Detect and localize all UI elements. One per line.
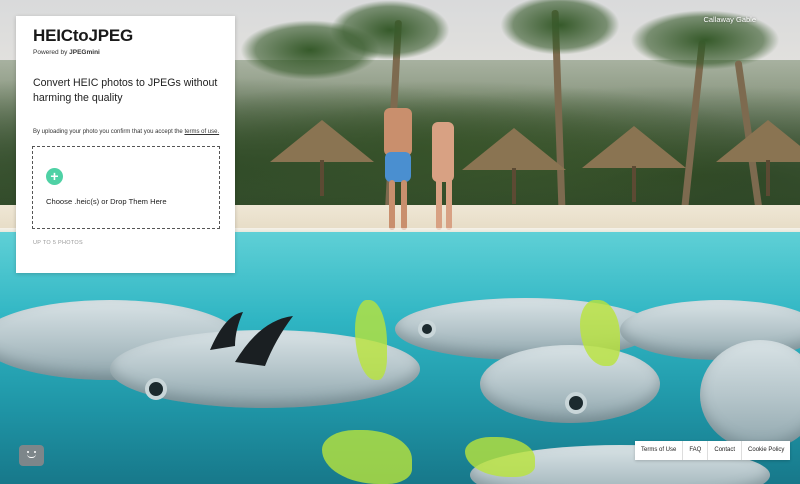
powered-by: Powered by JPEGmini bbox=[33, 49, 100, 56]
terms-of-use-link[interactable]: terms of use. bbox=[184, 129, 219, 135]
umbrella-pole bbox=[632, 166, 636, 202]
chat-face bbox=[25, 451, 38, 459]
dropzone-label[interactable]: Choose .heic(s) or Drop Them Here bbox=[46, 197, 167, 206]
palm-fronds bbox=[240, 20, 380, 80]
man-torso bbox=[384, 108, 412, 156]
footer-link-terms[interactable]: Terms of Use bbox=[635, 441, 682, 460]
consent-text: By uploading your photo you confirm that… bbox=[33, 129, 233, 135]
fish-eye bbox=[565, 392, 587, 414]
chat-smiley-icon[interactable] bbox=[19, 445, 44, 466]
upload-card: HEICtoJPEG Powered by JPEGmini Convert H… bbox=[16, 16, 235, 273]
headline: Convert HEIC photos to JPEGs without har… bbox=[33, 77, 218, 104]
man-leg bbox=[389, 180, 395, 230]
footer-link-contact[interactable]: Contact bbox=[707, 441, 741, 460]
umbrella-pole bbox=[766, 160, 770, 196]
fish-eye bbox=[418, 320, 436, 338]
photo-credit: Callaway Gable bbox=[703, 15, 756, 24]
woman-leg bbox=[446, 178, 452, 230]
photo-limit-note: UP TO 5 PHOTOS bbox=[33, 240, 83, 246]
footer-link-faq[interactable]: FAQ bbox=[682, 441, 707, 460]
powered-prefix: Powered by bbox=[33, 49, 70, 56]
fish-dorsal-fin bbox=[210, 312, 293, 366]
beach-umbrella bbox=[270, 120, 374, 162]
beach-umbrella bbox=[582, 126, 686, 168]
woman-leg bbox=[436, 178, 442, 230]
plus-circle-icon[interactable]: + bbox=[46, 168, 63, 185]
fish-eye bbox=[145, 378, 167, 400]
powered-brand: JPEGmini bbox=[69, 49, 100, 56]
umbrella-pole bbox=[512, 168, 516, 204]
man-leg bbox=[401, 180, 407, 230]
file-dropzone[interactable]: + Choose .heic(s) or Drop Them Here bbox=[32, 146, 220, 229]
man-swim-shorts bbox=[385, 152, 411, 182]
logo: HEICtoJPEG bbox=[33, 26, 134, 45]
woman-figure bbox=[432, 122, 454, 182]
consent-prefix: By uploading your photo you confirm that… bbox=[33, 129, 185, 135]
umbrella-pole bbox=[320, 160, 324, 196]
footer-links: Terms of Use FAQ Contact Cookie Policy bbox=[635, 441, 791, 460]
beach-umbrella bbox=[462, 128, 566, 170]
beach-umbrella bbox=[716, 120, 800, 162]
footer-link-cookie-policy[interactable]: Cookie Policy bbox=[741, 441, 790, 460]
